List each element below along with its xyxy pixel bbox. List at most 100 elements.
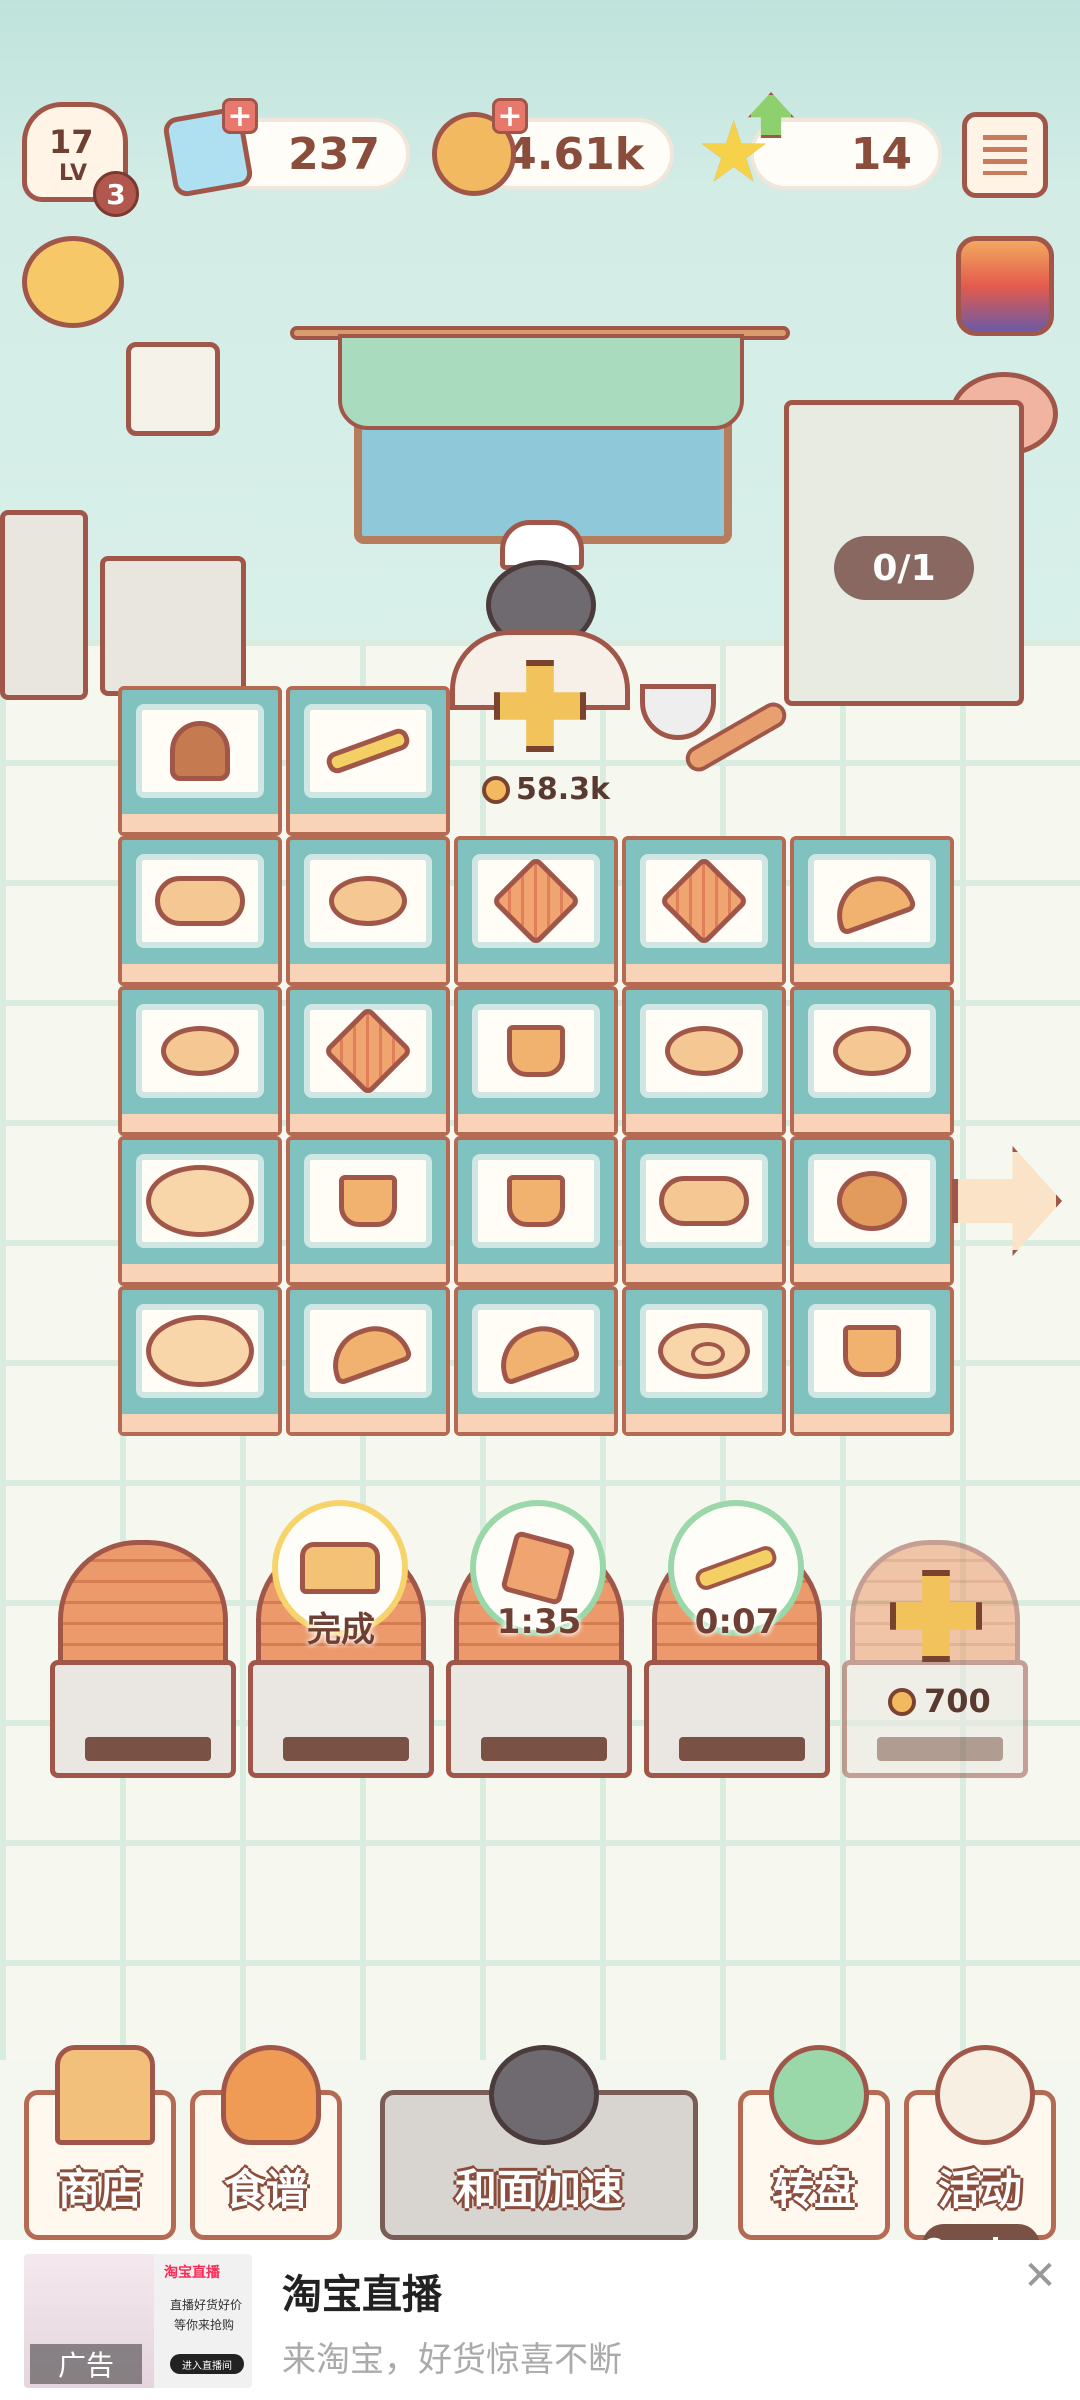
tray-slot	[808, 1304, 936, 1398]
tray-slot	[640, 854, 768, 948]
breadsticks-icon	[692, 1543, 780, 1593]
oven-4-timer: 0:07	[694, 1602, 780, 1642]
tray-base	[290, 814, 446, 832]
bread-tray[interactable]	[118, 1136, 282, 1286]
tray-slot	[304, 704, 432, 798]
bread-tray[interactable]	[118, 836, 282, 986]
bread-tray[interactable]	[622, 1136, 786, 1286]
tray-base	[122, 1264, 278, 1282]
oven-3-timer: 1:35	[496, 1602, 582, 1642]
tray-slot	[136, 704, 264, 798]
buy-tile-cost: 58.3k	[516, 772, 610, 807]
bread-tray[interactable]	[454, 986, 618, 1136]
right-arrow-button[interactable]	[952, 1146, 1062, 1256]
bread-icon	[221, 2045, 321, 2145]
bread-tray[interactable]	[286, 1286, 450, 1436]
oven-2[interactable]: 完成	[248, 1500, 434, 1780]
bread-tray[interactable]	[622, 1286, 786, 1436]
tray-slot	[304, 1004, 432, 1098]
pastry-icon	[500, 1530, 576, 1606]
knead-speed-button[interactable]: 和面加速	[380, 2045, 698, 2240]
oven-1[interactable]	[50, 1510, 236, 1780]
bread-tray[interactable]	[454, 836, 618, 986]
ad-thumb-button: 进入直播间	[170, 2354, 244, 2374]
tray-base	[122, 1414, 278, 1432]
tray-slot	[472, 854, 600, 948]
tray-base	[290, 1114, 446, 1132]
tray-base	[626, 1264, 782, 1282]
ad-thumb-logo: 淘宝直播	[164, 2265, 220, 2281]
events-button[interactable]: 活动	[904, 2045, 1056, 2240]
oven-2-status: 完成	[307, 1610, 375, 1650]
chef-level-label: LV	[59, 161, 88, 186]
buy-oven-cost: 700	[924, 1682, 991, 1720]
cup-icon	[507, 1175, 565, 1227]
bread-tray[interactable]	[790, 836, 954, 986]
tray-base	[794, 1414, 950, 1432]
bread-tray[interactable]	[454, 1136, 618, 1286]
bread-tray[interactable]	[454, 1286, 618, 1436]
tray-slot	[640, 1154, 768, 1248]
ad-banner[interactable]: 淘宝直播 直播好货好价 等你来抢购 进入直播间 广告 淘宝直播 来淘宝，好货惊喜…	[0, 2240, 1080, 2400]
tray-slot	[808, 1004, 936, 1098]
stove	[0, 510, 88, 700]
fridge-capacity: 0/1	[834, 536, 974, 600]
big-round-icon	[146, 1165, 254, 1237]
tray-base	[458, 1414, 614, 1432]
shop-button[interactable]: 商店	[24, 2045, 176, 2240]
diamond-icon	[322, 1005, 414, 1097]
bread-tray[interactable]	[790, 986, 954, 1136]
curtain	[338, 334, 744, 430]
tray-slot	[136, 1004, 264, 1098]
ad-title: 淘宝直播	[282, 2272, 442, 2318]
add-gems-button[interactable]: +	[222, 98, 258, 134]
ad-thumb-line2: 等你来抢购	[174, 2318, 235, 2332]
bread-tray[interactable]	[286, 836, 450, 986]
add-coins-button[interactable]: +	[492, 98, 528, 134]
tray-slot	[472, 1004, 600, 1098]
plus-icon	[890, 1570, 982, 1662]
bread-tray[interactable]	[118, 686, 282, 836]
tray-slot	[808, 854, 936, 948]
buy-tile-button[interactable]: 58.3k	[464, 660, 614, 810]
bread-tray[interactable]	[286, 986, 450, 1136]
coin-icon	[482, 776, 510, 804]
croissant-icon	[322, 1315, 414, 1387]
bread-tray[interactable]	[790, 1136, 954, 1286]
bread-tray[interactable]	[118, 986, 282, 1136]
oven-3[interactable]: 1:35	[446, 1500, 632, 1780]
ad-tag: 广告	[30, 2344, 142, 2384]
jar-button[interactable]	[956, 236, 1054, 336]
menu-list-button[interactable]	[962, 112, 1048, 198]
cup-icon	[507, 1025, 565, 1077]
ad-close-button[interactable]: ✕	[1018, 2254, 1062, 2298]
wheel-button[interactable]: 转盘	[738, 2045, 890, 2240]
wall-fan	[126, 342, 220, 436]
bread-tray[interactable]	[622, 836, 786, 986]
tray-slot	[136, 854, 264, 948]
tray-base	[626, 1414, 782, 1432]
bread-tray[interactable]	[118, 1286, 282, 1436]
ad-thumb-line1: 直播好货好价	[170, 2298, 243, 2312]
chef-level-badge[interactable]: 17 LV 3	[22, 102, 139, 217]
tray-base	[794, 1114, 950, 1132]
stars-value: 14	[850, 128, 912, 180]
plus-icon	[494, 660, 586, 752]
bread-tray[interactable]	[790, 1286, 954, 1436]
swirl-icon	[170, 721, 230, 781]
recipes-label: 食谱	[223, 2165, 308, 2214]
chick-button[interactable]	[22, 236, 124, 328]
ring-icon	[658, 1323, 750, 1379]
tray-base	[122, 814, 278, 832]
pill-bread-icon	[155, 876, 245, 926]
tray-base	[290, 1414, 446, 1432]
tray-base	[458, 1264, 614, 1282]
bread-tray[interactable]	[622, 986, 786, 1136]
tray-base	[122, 1114, 278, 1132]
bread-tray[interactable]	[286, 686, 450, 836]
bread-tray[interactable]	[286, 1136, 450, 1286]
buy-oven-button[interactable]: 700	[876, 1570, 1016, 1720]
recipes-button[interactable]: 食谱	[190, 2045, 342, 2240]
tray-base	[290, 964, 446, 982]
oven-4[interactable]: 0:07	[644, 1500, 830, 1780]
